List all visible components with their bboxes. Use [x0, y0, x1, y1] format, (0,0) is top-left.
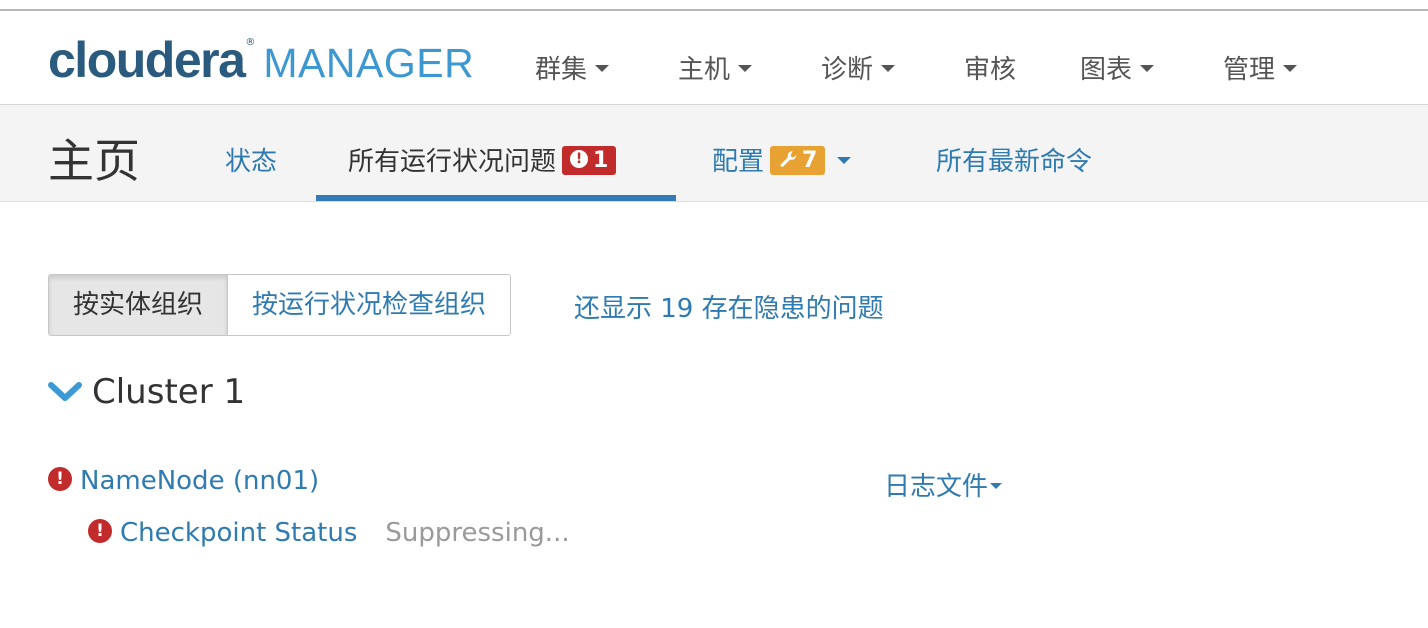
chevron-down-icon: [595, 65, 610, 72]
log-files-label: 日志文件: [884, 472, 989, 502]
tab-all-health-issues[interactable]: 所有运行状况问题! 1: [348, 141, 617, 178]
nav-menu-clusters-label: 群集: [535, 55, 588, 85]
tab-health-issues-label: 所有运行状况问题: [348, 147, 557, 177]
wrench-icon: [780, 151, 797, 167]
nav-menu-clusters[interactable]: 群集: [535, 49, 610, 86]
configuration-count: 7: [802, 148, 818, 173]
tab-configuration[interactable]: 配置 7: [712, 141, 852, 178]
chevron-down-icon: [738, 65, 753, 72]
health-issues-count: 1: [593, 148, 609, 173]
health-check-link[interactable]: Checkpoint Status: [120, 518, 357, 548]
top-navbar: cloudera® MANAGER 群集 主机 诊断 审核 图表 管理: [0, 11, 1428, 105]
tab-configuration-label: 配置: [712, 147, 765, 177]
nav-menu-administration[interactable]: 管理: [1223, 49, 1298, 86]
error-icon: !: [48, 466, 72, 491]
health-check-state: Suppressing...: [385, 518, 570, 548]
configuration-badge: 7: [770, 146, 826, 175]
logo-manager-text: MANAGER: [263, 40, 475, 86]
cluster-name: Cluster 1: [92, 372, 246, 412]
chevron-down-icon[interactable]: [837, 157, 852, 164]
exclamation-icon: !: [570, 150, 589, 168]
logo-registered-mark: ®: [245, 37, 256, 48]
health-check-row: ! Checkpoint Status Suppressing...: [88, 518, 570, 548]
entity-row: ! NameNode (nn01): [48, 466, 319, 496]
nav-menu-charts-label: 图表: [1080, 55, 1133, 85]
tab-recent-commands-label: 所有最新命令: [936, 147, 1093, 177]
tab-status-label: 状态: [225, 147, 278, 177]
chevron-down-icon: [48, 381, 82, 401]
health-issues-badge: ! 1: [562, 146, 617, 175]
nav-menu-diagnostics[interactable]: 诊断: [821, 49, 896, 86]
show-concerning-issues-link[interactable]: 还显示 19 存在隐患的问题: [574, 288, 884, 325]
chevron-down-icon: [881, 65, 896, 72]
cloudera-manager-logo[interactable]: cloudera® MANAGER: [48, 31, 474, 88]
entity-name-link[interactable]: NameNode (nn01): [80, 466, 319, 496]
group-by-health-check-button[interactable]: 按运行状况检查组织: [228, 275, 510, 335]
chevron-down-icon: [990, 482, 1003, 489]
nav-menu-hosts[interactable]: 主机: [678, 49, 753, 86]
nav-menu-hosts-label: 主机: [678, 55, 731, 85]
chevron-down-icon: [1140, 65, 1155, 72]
tab-recent-commands[interactable]: 所有最新命令: [936, 141, 1092, 178]
nav-menu-administration-label: 管理: [1223, 55, 1276, 85]
nav-menu-audits[interactable]: 审核: [964, 49, 1016, 86]
page-header-bar: 主页 状态 所有运行状况问题! 1 配置 7 所有最新命令: [0, 105, 1428, 202]
cluster-section-header[interactable]: Cluster 1: [48, 372, 245, 412]
active-tab-indicator: [316, 195, 676, 201]
logo-cloudera-text: cloudera: [48, 32, 246, 88]
top-border: [0, 0, 1428, 11]
group-by-entity-button[interactable]: 按实体组织: [49, 275, 229, 335]
group-by-toggle: 按实体组织 按运行状况检查组织: [48, 274, 512, 336]
log-files-dropdown[interactable]: 日志文件: [884, 466, 1003, 503]
tab-status[interactable]: 状态: [225, 141, 277, 178]
nav-menu-charts[interactable]: 图表: [1080, 49, 1155, 86]
page-title: 主页: [48, 134, 140, 188]
error-icon: !: [88, 518, 112, 543]
chevron-down-icon: [1283, 65, 1298, 72]
nav-menu-diagnostics-label: 诊断: [821, 55, 874, 85]
nav-menu-audits-label: 审核: [964, 55, 1017, 85]
